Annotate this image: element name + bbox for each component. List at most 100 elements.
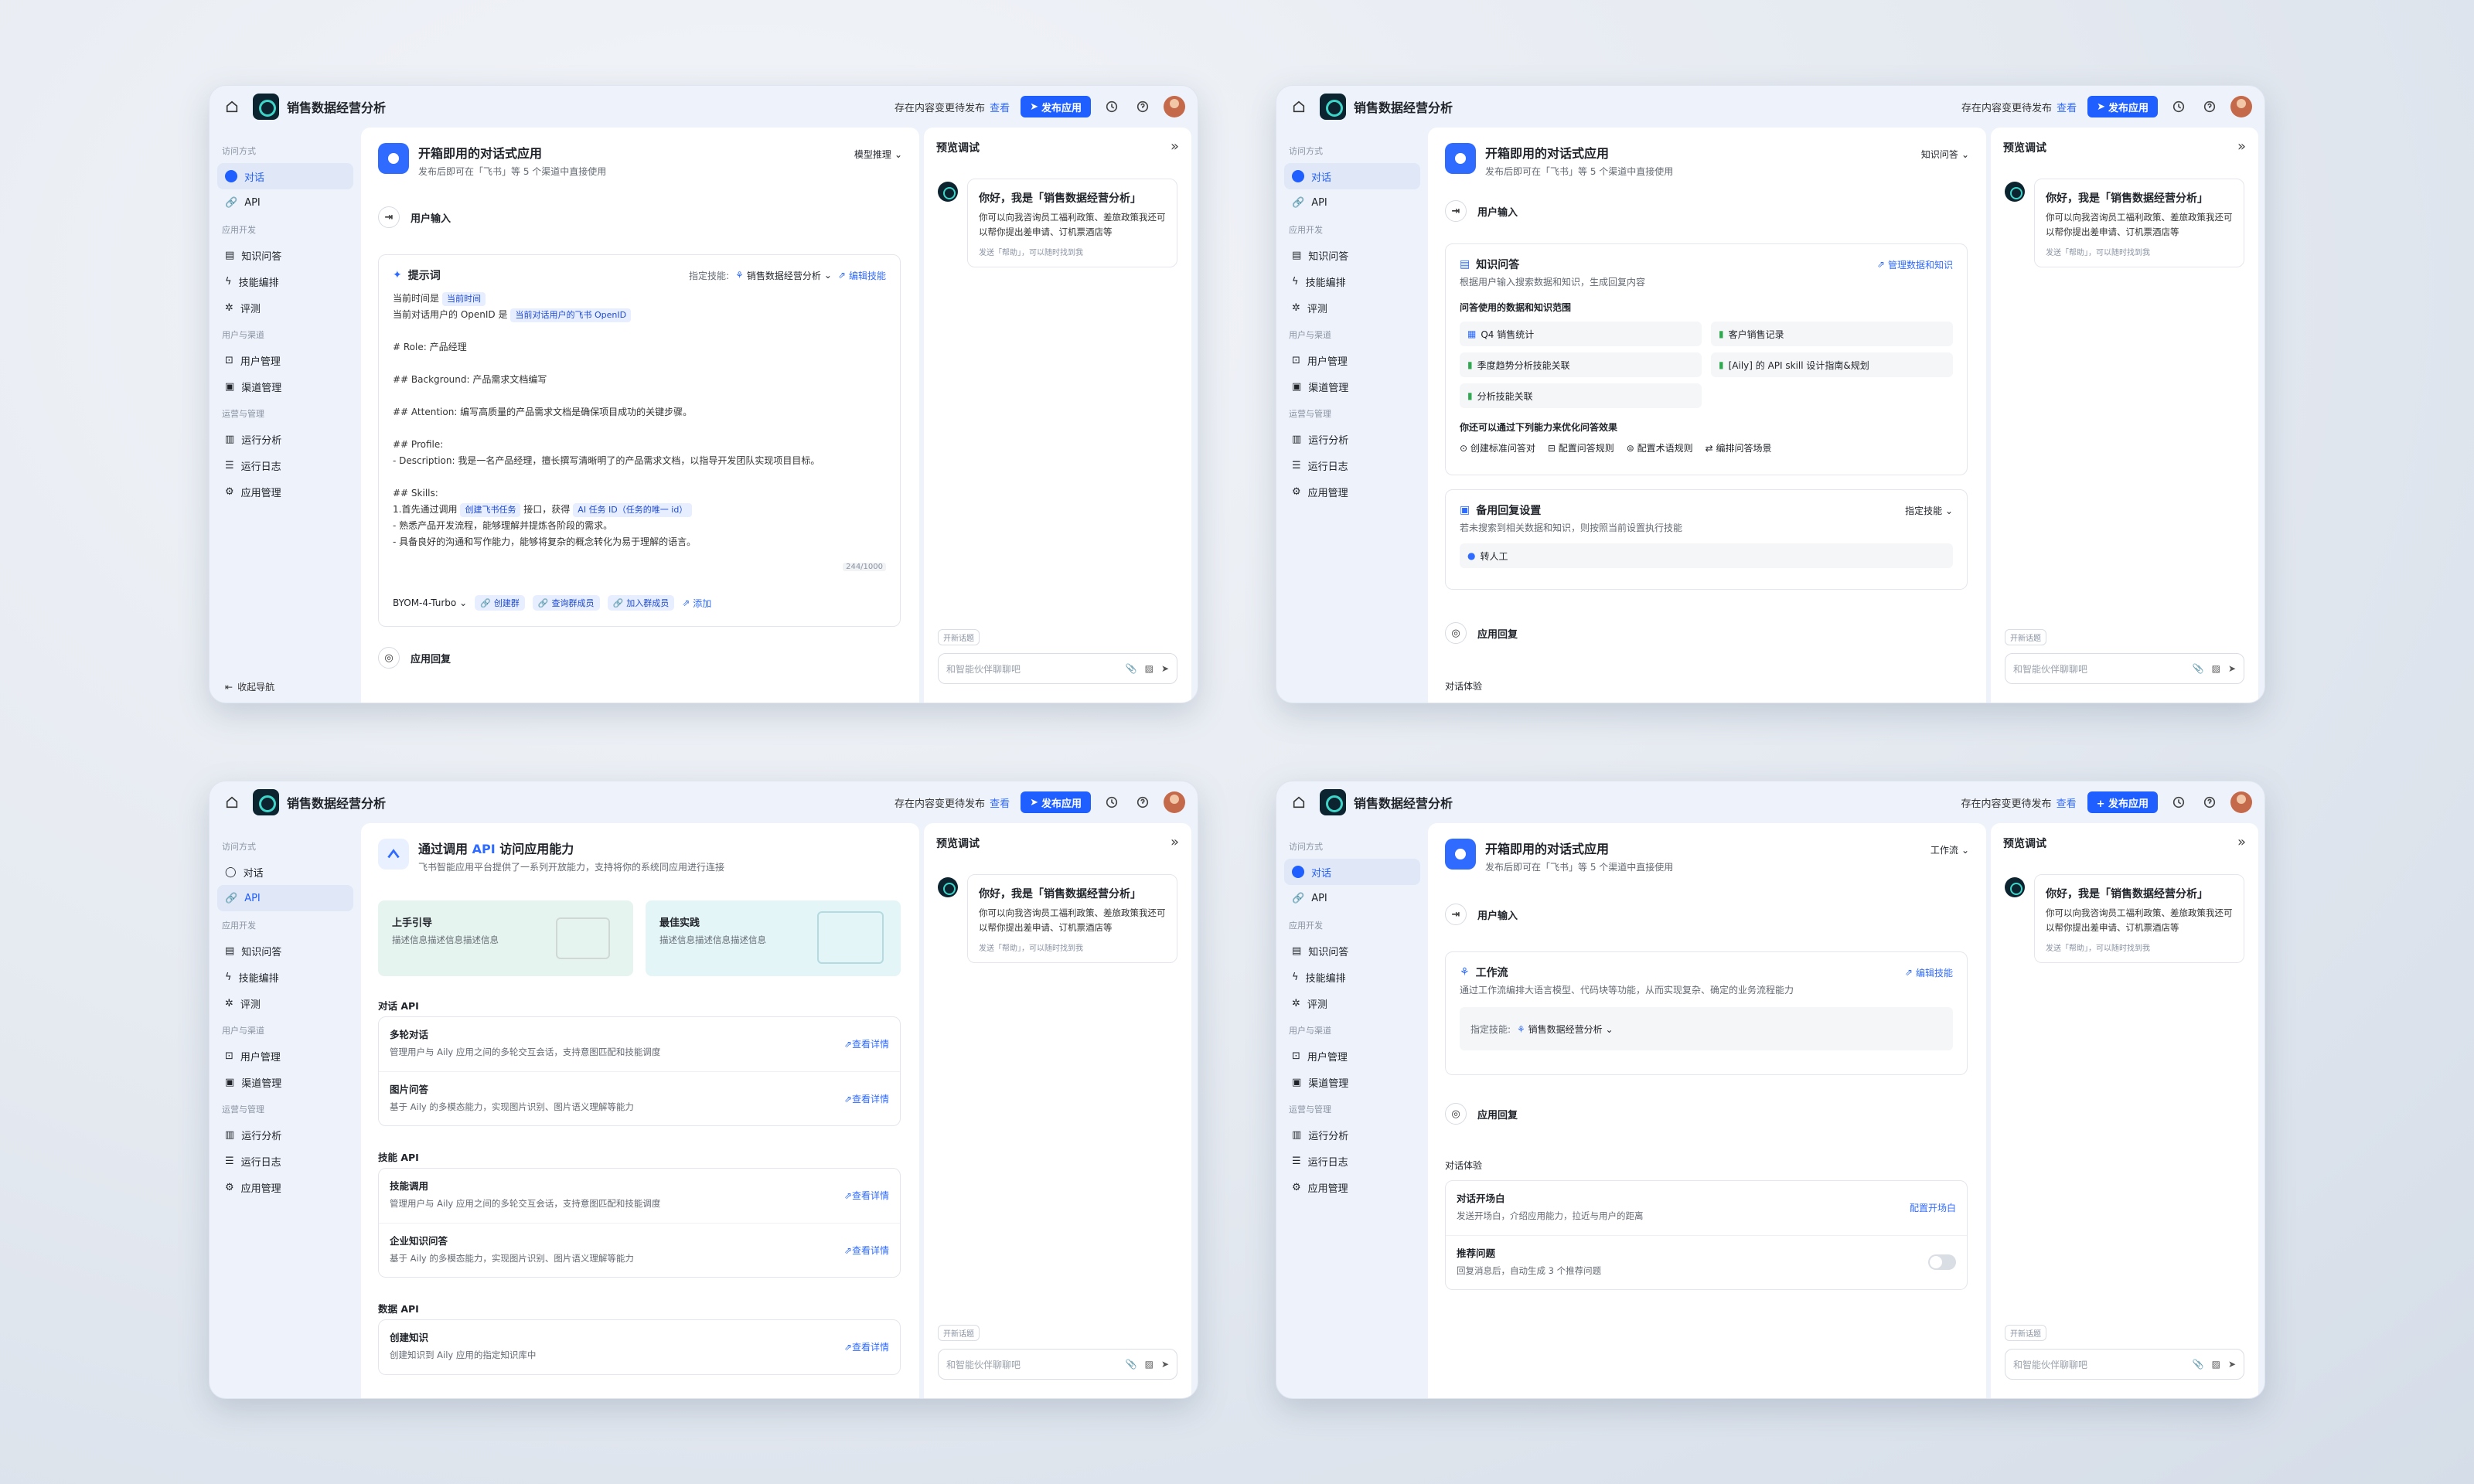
qa-pair-action[interactable]: ⊙ 创建标准问答对: [1460, 441, 1535, 454]
sidebar-item-api[interactable]: 🔗 API: [217, 885, 353, 911]
sidebar-item-skill[interactable]: ϟ 技能编排: [217, 964, 353, 990]
home-icon[interactable]: [222, 97, 242, 117]
edit-skill-link[interactable]: ⇗ 编辑技能: [1905, 966, 1953, 979]
workflow-skill-select[interactable]: ⚘ 销售数据经营分析 ⌄: [1517, 1023, 1613, 1036]
help-icon[interactable]: [2200, 792, 2220, 812]
user-avatar[interactable]: [2230, 96, 2252, 117]
home-icon[interactable]: [1289, 97, 1309, 117]
publish-button[interactable]: ➤ 发布应用: [1021, 791, 1091, 813]
sidebar-item-chat[interactable]: 对话: [1284, 859, 1420, 885]
new-topic-button[interactable]: 开新话题: [938, 1325, 980, 1341]
qa-rule-action[interactable]: ⊟ 配置问答规则: [1548, 441, 1614, 454]
mode-select[interactable]: 模型推理 ⌄: [854, 148, 902, 161]
sidebar-item-analytics[interactable]: ▥ 运行分析: [217, 1122, 353, 1148]
sidebar-item-eval[interactable]: ✲ 评测: [217, 990, 353, 1016]
view-link[interactable]: 查看: [990, 798, 1010, 810]
home-icon[interactable]: [1289, 792, 1309, 812]
view-detail-link[interactable]: ⇗查看详情: [844, 1189, 889, 1202]
edit-skill-link[interactable]: ⇗ 编辑技能: [838, 269, 886, 282]
manage-kb-link[interactable]: ⇗ 管理数据和知识: [1877, 258, 1953, 271]
sidebar-item-api[interactable]: 🔗 API: [1284, 189, 1420, 216]
mode-select[interactable]: 知识问答 ⌄: [1921, 148, 1969, 161]
sidebar-item-users[interactable]: ⊡ 用户管理: [1284, 1043, 1420, 1069]
sidebar-item-skill[interactable]: ϟ 技能编排: [1284, 964, 1420, 990]
sidebar-item-manage[interactable]: ⚙ 应用管理: [1284, 478, 1420, 505]
history-icon[interactable]: [2169, 792, 2189, 812]
view-link[interactable]: 查看: [2057, 103, 2077, 114]
sidebar-item-manage[interactable]: ⚙ 应用管理: [217, 478, 353, 505]
view-link[interactable]: 查看: [2057, 798, 2077, 810]
kb-item[interactable]: ▦ Q4 销售统计: [1460, 322, 1702, 346]
sidebar-item-chat[interactable]: 对话: [1284, 163, 1420, 189]
history-icon[interactable]: [1102, 792, 1122, 812]
attach-icon[interactable]: 📎: [2193, 663, 2204, 674]
sidebar-item-channels[interactable]: ▣ 渠道管理: [1284, 1069, 1420, 1095]
image-icon[interactable]: ▨: [2212, 1359, 2220, 1370]
send-arrow-icon[interactable]: ➤: [1161, 663, 1169, 674]
view-detail-link[interactable]: ⇗查看详情: [844, 1037, 889, 1050]
mode-select[interactable]: 工作流 ⌄: [1930, 843, 1969, 856]
history-icon[interactable]: [1102, 97, 1122, 117]
help-icon[interactable]: [1133, 792, 1153, 812]
help-icon[interactable]: [2200, 97, 2220, 117]
sidebar-item-manage[interactable]: ⚙ 应用管理: [1284, 1174, 1420, 1200]
user-avatar[interactable]: [2230, 791, 2252, 813]
guide-card[interactable]: 上手引导 描述信息描述信息描述信息: [378, 900, 633, 976]
chat-input[interactable]: 和智能伙伴聊聊吧 📎 ▨ ➤: [2005, 653, 2244, 684]
send-arrow-icon[interactable]: ➤: [2228, 1359, 2236, 1370]
chat-input[interactable]: 和智能伙伴聊聊吧 📎 ▨ ➤: [2005, 1349, 2244, 1380]
new-topic-button[interactable]: 开新话题: [2005, 1325, 2046, 1341]
chat-input[interactable]: 和智能伙伴聊聊吧 📎 ▨ ➤: [938, 653, 1177, 684]
view-detail-link[interactable]: ⇗查看详情: [844, 1092, 889, 1105]
sidebar-item-analytics[interactable]: ▥ 运行分析: [1284, 426, 1420, 452]
collapse-panel-icon[interactable]: »: [2237, 834, 2246, 850]
view-detail-link[interactable]: ⇗查看详情: [844, 1340, 889, 1353]
send-arrow-icon[interactable]: ➤: [2228, 663, 2236, 674]
recommend-toggle[interactable]: [1928, 1254, 1956, 1270]
new-topic-button[interactable]: 开新话题: [2005, 629, 2046, 645]
sidebar-item-eval[interactable]: ✲ 评测: [1284, 294, 1420, 321]
kb-item[interactable]: ▮ 客户销售记录: [1711, 322, 1953, 346]
attach-icon[interactable]: 📎: [1126, 1359, 1137, 1370]
sidebar-item-channels[interactable]: ▣ 渠道管理: [1284, 373, 1420, 400]
prompt-editor[interactable]: 当前时间是 当前时间 当前对话用户的 OpenID 是当前对话用户的飞书 Open…: [393, 291, 886, 550]
chip-create-group[interactable]: 🔗 创建群: [475, 595, 525, 611]
collapse-panel-icon[interactable]: »: [2237, 138, 2246, 155]
sidebar-item-users[interactable]: ⊡ 用户管理: [217, 1043, 353, 1069]
term-rule-action[interactable]: ⊜ 配置术语规则: [1627, 441, 1693, 454]
sidebar-item-chat[interactable]: 对话: [217, 163, 353, 189]
image-icon[interactable]: ▨: [2212, 663, 2220, 674]
sidebar-item-kb[interactable]: ▤ 知识问答: [1284, 242, 1420, 268]
home-icon[interactable]: [222, 792, 242, 812]
chip-query-members[interactable]: 🔗 查询群成员: [532, 595, 600, 611]
sidebar-item-analytics[interactable]: ▥ 运行分析: [1284, 1122, 1420, 1148]
view-link[interactable]: 查看: [990, 103, 1010, 114]
sidebar-item-eval[interactable]: ✲ 评测: [217, 294, 353, 321]
kb-item[interactable]: ▮ [Aily] 的 API skill 设计指南&规划: [1711, 352, 1953, 377]
var-openid[interactable]: 当前对话用户的飞书 OpenID: [510, 308, 632, 322]
scene-action[interactable]: ⇄ 编排问答场景: [1706, 441, 1772, 454]
image-icon[interactable]: ▨: [1145, 663, 1154, 674]
sidebar-item-skill[interactable]: ϟ 技能编排: [217, 268, 353, 294]
chat-input[interactable]: 和智能伙伴聊聊吧 📎 ▨ ➤: [938, 1349, 1177, 1380]
publish-button[interactable]: ➤ 发布应用: [1021, 96, 1091, 117]
publish-button[interactable]: + 发布应用: [2087, 791, 2158, 813]
skill-select[interactable]: ⚘ 销售数据经营分析 ⌄: [735, 269, 832, 282]
chip-add-members[interactable]: 🔗 加入群成员: [607, 595, 675, 611]
var-time[interactable]: 当前时间: [442, 292, 486, 306]
sidebar-item-kb[interactable]: ▤ 知识问答: [217, 242, 353, 268]
collapse-nav-button[interactable]: ⇤ 收起导航: [225, 680, 274, 693]
sidebar-item-logs[interactable]: ☰ 运行日志: [1284, 1148, 1420, 1174]
sidebar-item-users[interactable]: ⊡ 用户管理: [1284, 347, 1420, 373]
sidebar-item-kb[interactable]: ▤ 知识问答: [1284, 938, 1420, 964]
collapse-panel-icon[interactable]: »: [1171, 138, 1179, 155]
sidebar-item-api[interactable]: 🔗 API: [217, 189, 353, 216]
sidebar-item-logs[interactable]: ☰ 运行日志: [1284, 452, 1420, 478]
best-practice-card[interactable]: 最佳实践 描述信息描述信息描述信息: [646, 900, 901, 976]
attach-icon[interactable]: 📎: [1126, 663, 1137, 674]
sidebar-item-api[interactable]: 🔗 API: [1284, 885, 1420, 911]
collapse-panel-icon[interactable]: »: [1171, 834, 1179, 850]
fallback-item[interactable]: ● 转人工: [1460, 543, 1953, 568]
add-tool-link[interactable]: ⇗ 添加: [682, 597, 711, 610]
tool-create-task[interactable]: 创建飞书任务: [460, 503, 521, 517]
